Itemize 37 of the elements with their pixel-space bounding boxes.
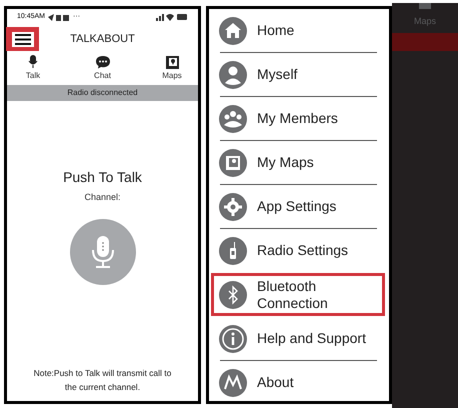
menu-item[interactable]: Myself <box>209 53 389 96</box>
info-icon <box>219 324 247 352</box>
menu-icon <box>14 34 30 44</box>
signal-icons <box>156 13 188 21</box>
app-title: TALKABOUT <box>70 32 135 47</box>
heading: Push To Talk <box>63 168 142 187</box>
settings-icon <box>219 192 247 220</box>
tab[interactable]: Talk <box>15 53 51 85</box>
map-icon <box>219 148 247 176</box>
menu-button[interactable] <box>6 27 39 51</box>
tab[interactable]: Maps <box>154 53 190 85</box>
menu-item[interactable]: Radio Settings <box>209 229 389 272</box>
menu-item[interactable]: App Settings <box>209 185 389 228</box>
map-pin-icon <box>166 56 178 69</box>
menu-item[interactable]: My Maps <box>209 141 389 184</box>
microphone-icon <box>28 55 38 69</box>
banner-strip <box>392 32 458 50</box>
menu-item[interactable]: My Members <box>209 97 389 140</box>
note-text: Note:Push to Talk will transmit call to the current channel. <box>32 367 172 394</box>
home-icon <box>219 16 247 44</box>
logo-icon <box>219 368 247 396</box>
microphone-icon <box>90 236 114 268</box>
tab-label: Maps <box>414 15 436 28</box>
map-icon <box>419 3 431 9</box>
status-icons <box>48 14 70 20</box>
tab[interactable]: Chat <box>84 53 120 85</box>
menu-item[interactable]: Help and Support <box>209 317 389 360</box>
person-icon <box>219 60 247 88</box>
status-banner: Radio disconnected <box>7 85 198 101</box>
menu-item[interactable]: Home <box>209 9 389 52</box>
bluetooth-icon <box>219 280 247 308</box>
speech-bubble-icon <box>94 55 110 69</box>
menu-item[interactable]: About <box>209 361 389 404</box>
menu-item[interactable]: Bluetooth Connection <box>211 273 385 316</box>
group-icon <box>219 104 247 132</box>
walkie-talkie-icon <box>219 236 247 264</box>
channel-label: Channel: <box>84 191 121 204</box>
